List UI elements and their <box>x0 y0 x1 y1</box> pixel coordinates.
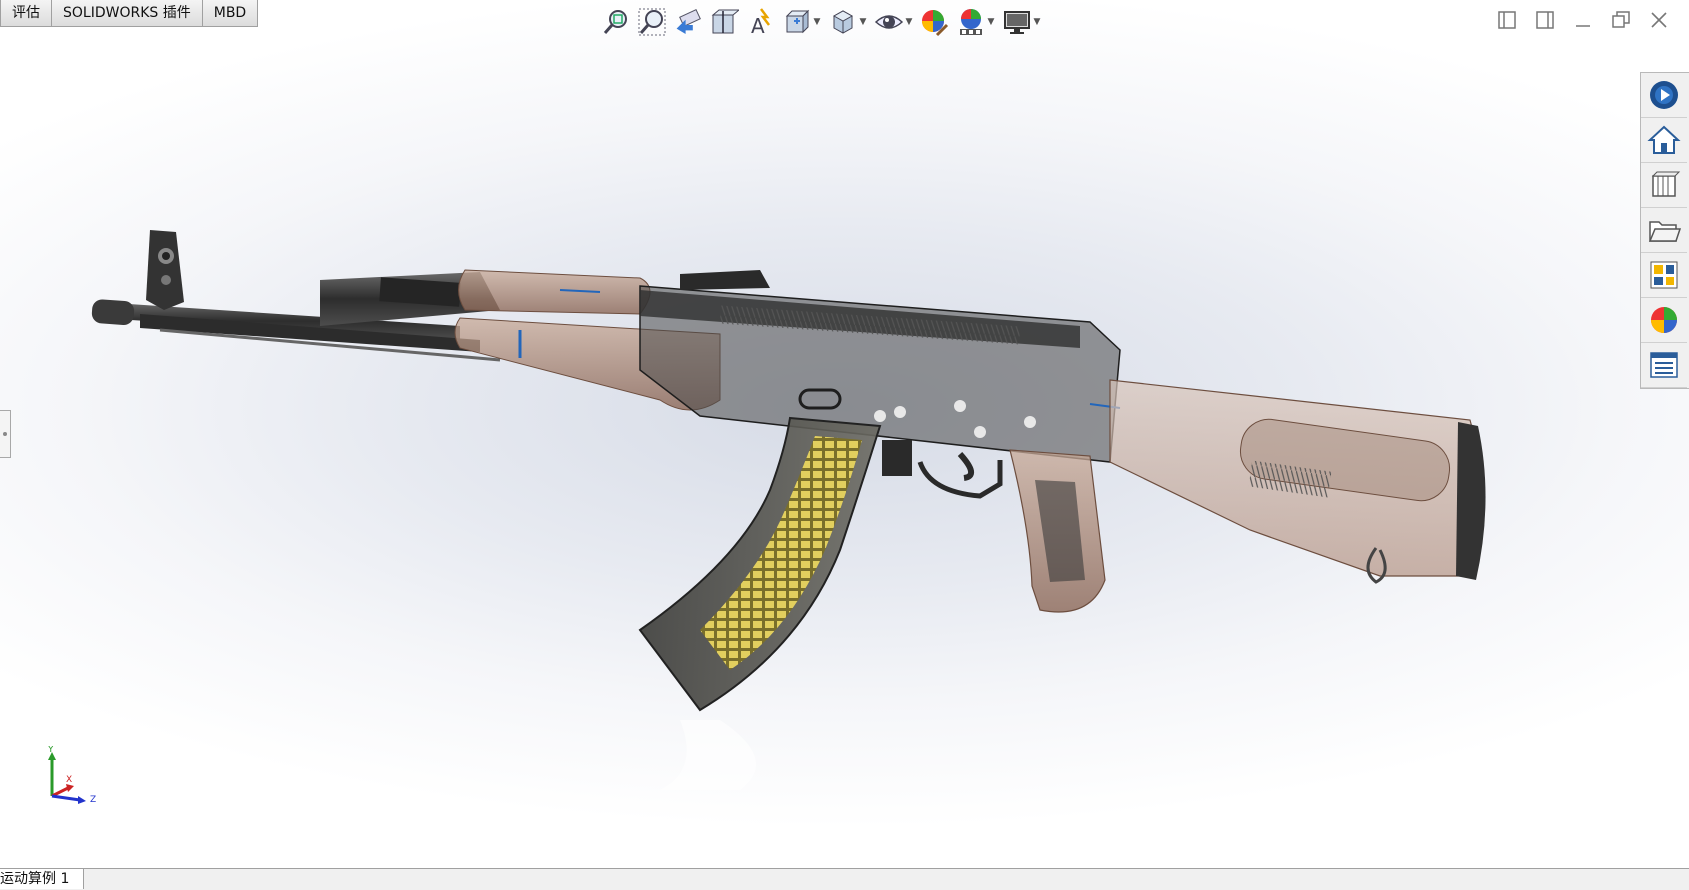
task-pane-custom-properties[interactable] <box>1641 343 1687 388</box>
task-pane-home[interactable] <box>1641 118 1687 163</box>
solidworks-resources-icon <box>1650 81 1678 109</box>
apply-scene-button[interactable]: ▼ <box>952 6 998 38</box>
previous-view-button[interactable] <box>670 6 706 38</box>
task-pane <box>1640 72 1689 389</box>
close-button[interactable] <box>1647 8 1671 32</box>
view-setting-button[interactable]: ▼ <box>998 6 1044 38</box>
tab-mbd[interactable]: MBD <box>201 0 259 27</box>
upper-handguard <box>458 269 651 315</box>
receiver <box>639 270 1121 463</box>
previous-view-icon <box>676 9 701 34</box>
folder-icon <box>1648 221 1681 242</box>
magazine <box>638 416 882 712</box>
tab-evaluate[interactable]: 评估 <box>0 0 52 27</box>
handle-dot-icon <box>3 432 7 436</box>
chevron-down-icon: ▼ <box>859 17 867 27</box>
feature-manager-expand-handle[interactable] <box>0 410 11 458</box>
document-window-controls <box>1495 8 1671 32</box>
apply-scene-icon <box>959 9 982 35</box>
edit-appearance-icon <box>922 10 949 37</box>
pistol-grip <box>1009 449 1106 613</box>
view-setting-icon <box>1003 11 1030 34</box>
minimize-button[interactable] <box>1571 8 1595 32</box>
dynamic-annotation-button[interactable]: A <box>742 6 778 38</box>
command-manager-tabs: 评估 SOLIDWORKS 插件 MBD <box>0 0 259 28</box>
zoom-to-area-icon <box>638 8 666 36</box>
chevron-down-icon: ▼ <box>905 17 913 27</box>
chevron-down-icon: ▼ <box>1033 17 1041 27</box>
close-icon <box>1651 12 1667 28</box>
tile-left-icon <box>1498 11 1516 29</box>
chevron-down-icon: ▼ <box>987 17 995 27</box>
restore-button[interactable] <box>1609 8 1633 32</box>
task-pane-solidworks-resources[interactable] <box>1641 73 1687 118</box>
bottom-tab-bar: 运动算例 1 <box>0 868 1689 890</box>
buttstock <box>1109 379 1486 584</box>
triad-y-label: Y <box>47 746 54 755</box>
reference-triad[interactable]: Y X Z <box>38 746 108 808</box>
section-view-icon <box>711 9 739 34</box>
dock-left-button[interactable] <box>1495 8 1519 32</box>
view-palette-icon <box>1650 261 1678 289</box>
view-orientation-button[interactable]: ▼ <box>778 6 824 38</box>
section-view-button[interactable] <box>706 6 742 38</box>
task-pane-view-palette[interactable] <box>1641 253 1687 298</box>
minimize-icon <box>1576 25 1590 27</box>
task-pane-design-library[interactable] <box>1641 163 1687 208</box>
hide-show-items-button[interactable]: ▼ <box>870 6 916 38</box>
tab-motion-study-1[interactable]: 运动算例 1 <box>0 869 85 889</box>
front-sight <box>146 230 184 310</box>
hide-show-items-icon <box>874 15 903 29</box>
graphics-area[interactable]: 评估 SOLIDWORKS 插件 MBD A ▼ ▼ ▼ ▼ ▼ Y X Z <box>0 0 1689 868</box>
zoom-to-fit-button[interactable] <box>598 6 634 38</box>
design-library-icon <box>1651 171 1681 197</box>
display-style-button[interactable]: ▼ <box>824 6 870 38</box>
zoom-to-fit-icon <box>603 10 627 34</box>
tile-right-icon <box>1536 11 1554 29</box>
display-style-icon <box>832 10 853 34</box>
appearances-scenes-icon <box>1651 307 1677 333</box>
zoom-to-area-button[interactable] <box>634 6 670 38</box>
triad-z-label: Z <box>90 795 96 805</box>
view-orientation-icon <box>785 9 809 34</box>
task-pane-file-explorer[interactable] <box>1641 208 1687 253</box>
custom-properties-icon <box>1650 352 1678 378</box>
edit-appearance-button[interactable] <box>916 6 952 38</box>
home-icon <box>1647 125 1681 154</box>
heads-up-view-toolbar: A ▼ ▼ ▼ ▼ ▼ <box>598 6 1044 38</box>
tab-solidworks-addins[interactable]: SOLIDWORKS 插件 <box>51 0 203 27</box>
dock-right-button[interactable] <box>1533 8 1557 32</box>
dynamic-annotation-views-icon: A <box>751 8 770 37</box>
triad-x-label: X <box>66 775 72 785</box>
chevron-down-icon: ▼ <box>813 17 821 27</box>
rifle-assembly-model[interactable] <box>80 230 1620 790</box>
task-pane-appearances-scenes[interactable] <box>1641 298 1687 343</box>
restore-icon <box>1612 11 1630 28</box>
